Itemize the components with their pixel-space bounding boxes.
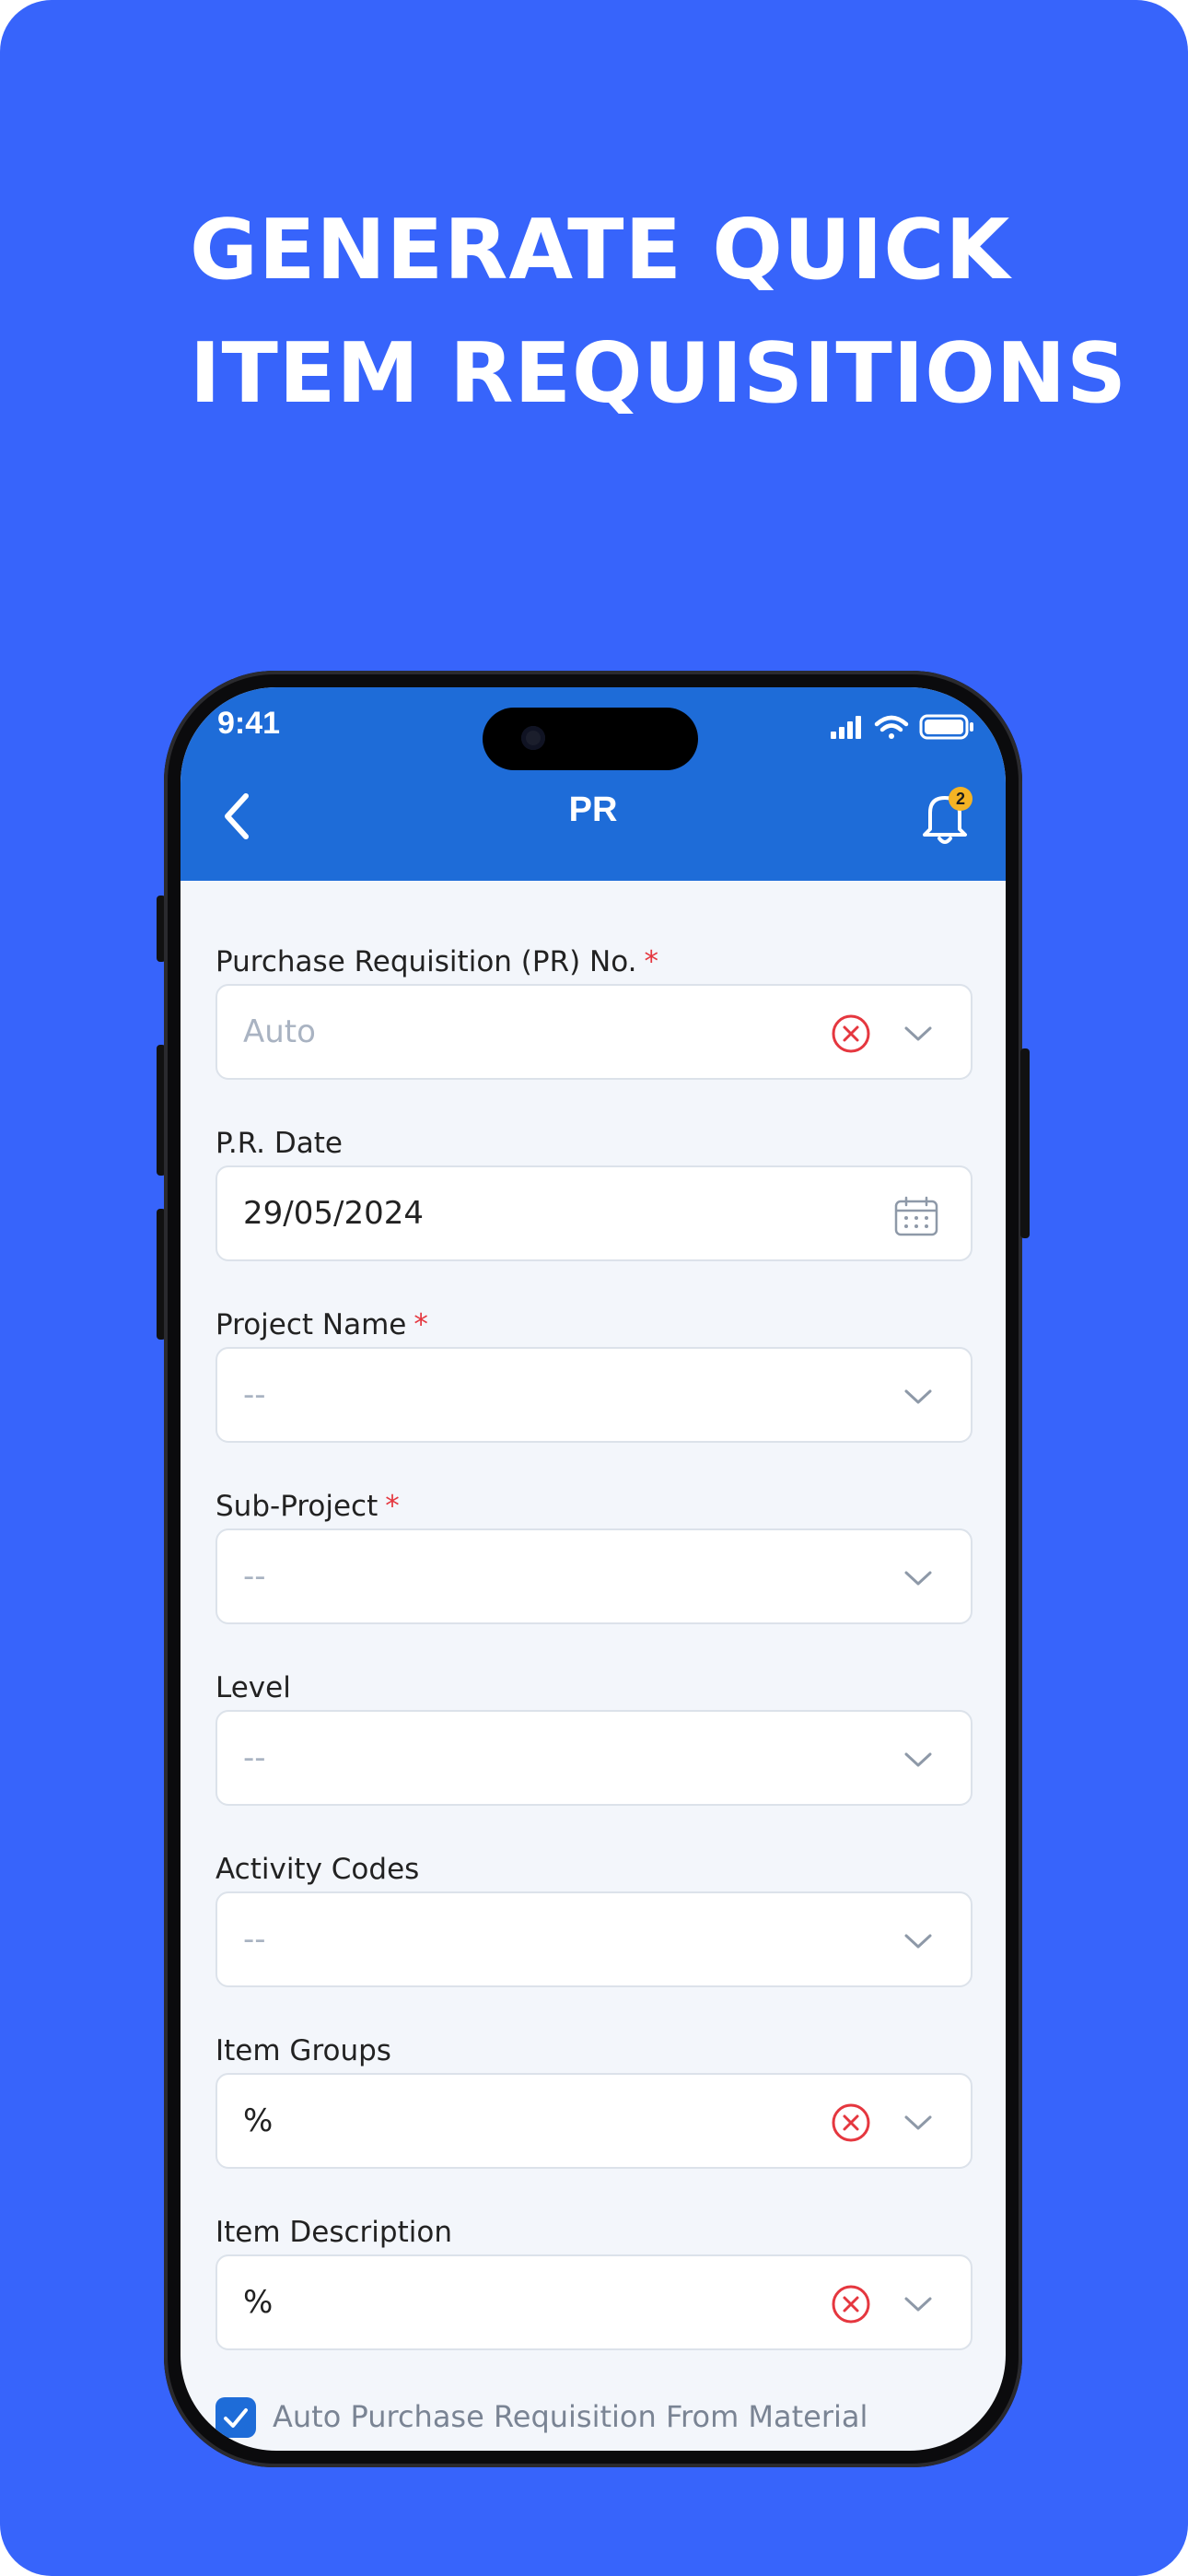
chevron-down-icon[interactable] [901, 2108, 936, 2137]
item-groups-field: Item Groups % [215, 2034, 973, 2216]
field-value: -- [243, 1376, 266, 1413]
field-value: % [243, 2284, 274, 2321]
field-value: -- [243, 1739, 266, 1776]
notification-badge: 2 [949, 787, 973, 811]
field-label: P.R. Date [215, 1127, 343, 1160]
field-label-text: Sub-Project [215, 1490, 379, 1523]
clear-icon[interactable] [831, 1013, 871, 1054]
field-label: Purchase Requisition (PR) No. * [215, 945, 658, 978]
field-label-text: Project Name [215, 1308, 407, 1341]
check-icon [224, 2408, 248, 2428]
calendar-icon[interactable] [893, 1195, 939, 1237]
field-label: Sub-Project * [215, 1490, 400, 1523]
headline: GENERATE QUICK ITEM REQUISITIONS [190, 189, 1127, 436]
phone-screen: 9:41 PR 2 Purchase Requisition (PR) No. … [181, 687, 1006, 2451]
field-label-text: P.R. Date [215, 1127, 343, 1160]
wifi-icon [874, 715, 909, 739]
item-description-field: Item Description % [215, 2216, 973, 2397]
pr-date-input[interactable]: 29/05/2024 [215, 1165, 973, 1261]
status-time: 9:41 [217, 706, 281, 741]
field-label: Activity Codes [215, 1853, 419, 1886]
field-label: Item Description [215, 2216, 452, 2249]
clear-icon[interactable] [831, 2102, 871, 2143]
field-label-text: Level [215, 1671, 291, 1704]
sub-project-field: Sub-Project * -- [215, 1490, 973, 1671]
pr-number-select[interactable]: Auto [215, 984, 973, 1080]
status-icons [831, 714, 973, 740]
field-value: 29/05/2024 [243, 1195, 424, 1232]
pr-number-field: Purchase Requisition (PR) No. * Auto [215, 945, 973, 1127]
field-label: Level [215, 1671, 291, 1704]
item-description-select[interactable]: % [215, 2254, 973, 2350]
field-label-text: Purchase Requisition (PR) No. [215, 945, 637, 978]
field-label-text: Activity Codes [215, 1853, 420, 1886]
field-value: % [243, 2102, 274, 2139]
battery-icon [919, 714, 973, 740]
headline-line-1: GENERATE QUICK [190, 202, 1011, 299]
field-label-text: Item Description [215, 2216, 452, 2249]
field-label-text: Item Groups [215, 2034, 391, 2067]
field-value: -- [243, 1558, 266, 1595]
chevron-down-icon[interactable] [901, 1019, 936, 1048]
app-header: 9:41 PR 2 [181, 687, 1006, 881]
pr-form: Purchase Requisition (PR) No. * Auto P.R.… [215, 945, 973, 2397]
project-name-field: Project Name * -- [215, 1308, 973, 1490]
field-value: Auto [243, 1013, 316, 1050]
checkbox-label: Auto Purchase Requisition From Material [273, 2399, 868, 2434]
chevron-down-icon[interactable] [901, 1382, 936, 1411]
signal-icon [831, 716, 861, 739]
pr-date-field: P.R. Date 29/05/2024 [215, 1127, 973, 1308]
level-field: Level -- [215, 1671, 973, 1853]
chevron-down-icon[interactable] [901, 1745, 936, 1774]
dynamic-island [483, 708, 698, 770]
front-camera [521, 726, 545, 750]
phone-power-button [1020, 1048, 1030, 1238]
activity-codes-field: Activity Codes -- [215, 1853, 973, 2034]
activity-codes-select[interactable]: -- [215, 1891, 973, 1987]
item-groups-select[interactable]: % [215, 2073, 973, 2169]
required-marker: * [385, 1490, 400, 1523]
chevron-down-icon[interactable] [901, 1926, 936, 1956]
screen-title: PR [568, 790, 618, 829]
chevron-down-icon[interactable] [901, 2289, 936, 2319]
auto-pr-checkbox-row[interactable]: Auto Purchase Requisition From Material [215, 2394, 973, 2449]
field-label: Item Groups [215, 2034, 391, 2067]
clear-icon[interactable] [831, 2284, 871, 2324]
required-marker: * [644, 945, 659, 978]
required-marker: * [413, 1308, 428, 1341]
project-name-select[interactable]: -- [215, 1347, 973, 1443]
field-value: -- [243, 1921, 266, 1958]
auto-pr-checkbox[interactable] [215, 2397, 256, 2438]
chevron-down-icon[interactable] [901, 1563, 936, 1593]
headline-line-2: ITEM REQUISITIONS [190, 325, 1127, 422]
level-select[interactable]: -- [215, 1710, 973, 1806]
field-label: Project Name * [215, 1308, 428, 1341]
sub-project-select[interactable]: -- [215, 1528, 973, 1624]
